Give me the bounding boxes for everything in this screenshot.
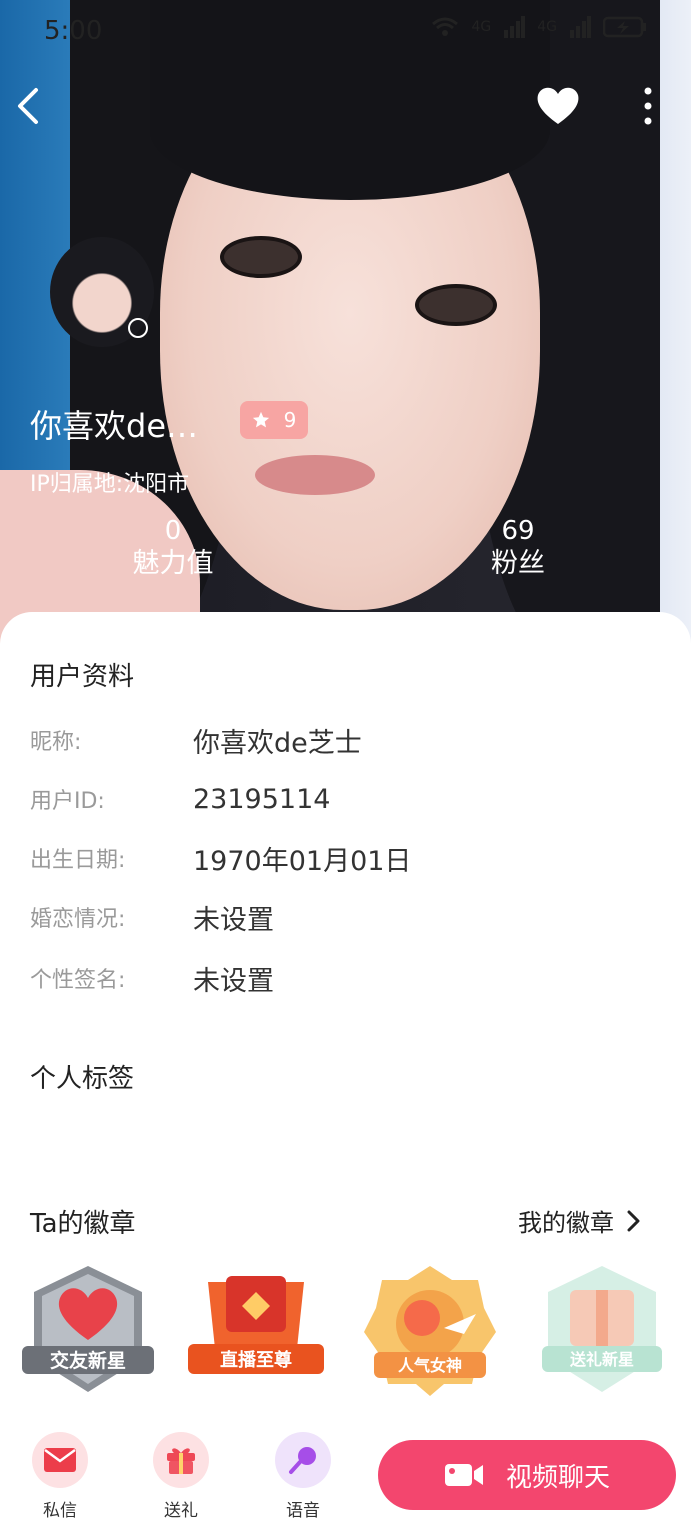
badge-label: 交友新星 <box>50 1349 126 1372</box>
cover-lips <box>255 455 375 495</box>
badge-friend-star-icon[interactable]: 交友新星 <box>18 1262 158 1398</box>
online-status-indicator <box>128 318 148 338</box>
level-value: 9 <box>283 408 297 432</box>
cover-eye-left <box>220 236 302 278</box>
microphone-icon <box>289 1447 316 1474</box>
back-arrow-icon[interactable] <box>10 86 50 126</box>
info-row-marital-status: 婚恋情况: 未设置 <box>30 897 274 937</box>
info-value: 未设置 <box>193 965 274 997</box>
info-value: 未设置 <box>193 904 274 936</box>
badge-gift-star-icon[interactable]: 送礼新星 <box>532 1262 672 1398</box>
heart-icon[interactable] <box>535 84 581 126</box>
status-icons: 4G 4G <box>431 16 647 38</box>
info-key: 婚恋情况: <box>30 907 126 932</box>
info-key: 个性签名: <box>30 968 126 993</box>
level-badge: 9 <box>240 401 308 439</box>
message-button[interactable]: 私信 <box>15 1432 105 1521</box>
badge-label: 送礼新星 <box>569 1350 634 1369</box>
badges-title: Ta的徽章 <box>30 1209 136 1239</box>
info-value: 1970年01月01日 <box>193 845 412 877</box>
info-key: 用户ID: <box>30 789 105 814</box>
my-badges-link[interactable]: 我的徽章 <box>518 1203 642 1238</box>
info-value: 23195114 <box>193 783 331 815</box>
video-camera-icon <box>444 1464 483 1486</box>
cover-eye-right <box>415 284 497 326</box>
my-badges-label: 我的徽章 <box>518 1209 614 1237</box>
voice-button[interactable]: 语音 <box>258 1432 348 1521</box>
badge-label: 人气女神 <box>398 1356 462 1375</box>
info-row-birthdate: 出生日期: 1970年01月01日 <box>30 838 411 878</box>
info-key: 昵称: <box>30 730 82 755</box>
video-chat-label: 视频聊天 <box>505 1462 610 1493</box>
voice-icon-wrap <box>275 1432 331 1488</box>
info-key: 出生日期: <box>30 848 126 873</box>
network-label-2: 4G <box>537 19 557 35</box>
video-chat-button[interactable]: 视频聊天 <box>378 1440 676 1510</box>
gift-label: 送礼 <box>164 1501 198 1521</box>
fans-label: 粉丝 <box>491 548 545 579</box>
info-row-signature: 个性签名: 未设置 <box>30 958 274 998</box>
signal-icon-1 <box>504 16 526 38</box>
gift-button[interactable]: 送礼 <box>136 1432 226 1521</box>
badge-live-supreme-icon[interactable]: 直播至尊 <box>186 1262 326 1398</box>
more-vertical-icon[interactable] <box>638 86 658 126</box>
message-label: 私信 <box>43 1501 77 1521</box>
stat-fans[interactable]: 69 粉丝 <box>463 515 573 581</box>
wifi-icon <box>432 17 459 36</box>
info-value: 你喜欢de芝士 <box>193 727 362 759</box>
badge-label: 直播至尊 <box>220 1349 292 1371</box>
info-row-nickname: 昵称: 你喜欢de芝士 <box>30 720 362 760</box>
battery-icon <box>603 16 646 38</box>
voice-label: 语音 <box>286 1501 320 1521</box>
charm-label: 魅力值 <box>132 548 214 579</box>
star-icon <box>252 411 269 428</box>
fans-value: 69 <box>501 516 535 546</box>
badge-list: 交友新星 直播至尊 人气女神 送礼新星 <box>0 1262 691 1402</box>
ip-location: IP归属地:沈阳市 <box>30 472 190 497</box>
chevron-right-icon <box>627 1210 640 1231</box>
network-label-1: 4G <box>471 19 492 35</box>
badge-popular-goddess-icon[interactable]: 人气女神 <box>360 1262 500 1398</box>
gift-icon-wrap <box>153 1432 209 1488</box>
message-icon-wrap <box>32 1432 88 1488</box>
profile-nickname: 你喜欢de… <box>30 407 199 445</box>
user-info-title: 用户资料 <box>30 662 135 692</box>
status-time: 5:00 <box>44 16 103 46</box>
envelope-icon <box>44 1448 76 1472</box>
charm-value: 0 <box>164 516 182 546</box>
info-row-user-id: 用户ID: 23195114 <box>30 779 330 819</box>
signal-icon-2 <box>570 16 591 38</box>
stat-charm: 0 魅力值 <box>118 515 228 581</box>
gift-icon <box>167 1448 195 1474</box>
personal-tags-title: 个人标签 <box>30 1064 135 1094</box>
